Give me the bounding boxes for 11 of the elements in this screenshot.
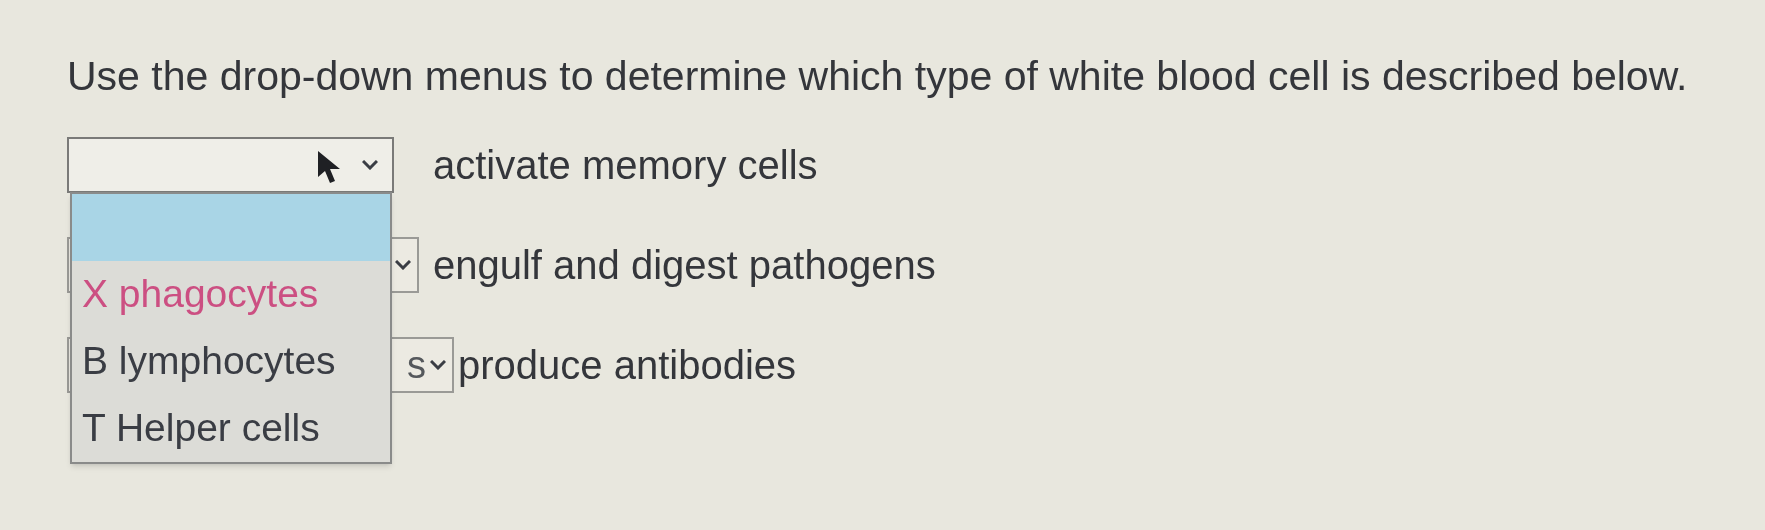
- chevron-down-icon: [362, 160, 378, 170]
- chevron-down-icon: [430, 360, 446, 370]
- dropdown-select[interactable]: [67, 137, 394, 193]
- description-text: produce antibodies: [458, 342, 797, 389]
- description-text: engulf and digest pathogens: [433, 242, 936, 289]
- description-text: activate memory cells: [433, 142, 818, 189]
- selected-value: s: [407, 342, 426, 388]
- dropdown-option[interactable]: B lymphocytes: [72, 328, 390, 395]
- instruction-text: Use the drop-down menus to determine which type of white blood cell is described below.: [67, 52, 1689, 100]
- chevron-down-icon: [395, 260, 411, 270]
- dropdown-option[interactable]: T Helper cells: [72, 395, 390, 462]
